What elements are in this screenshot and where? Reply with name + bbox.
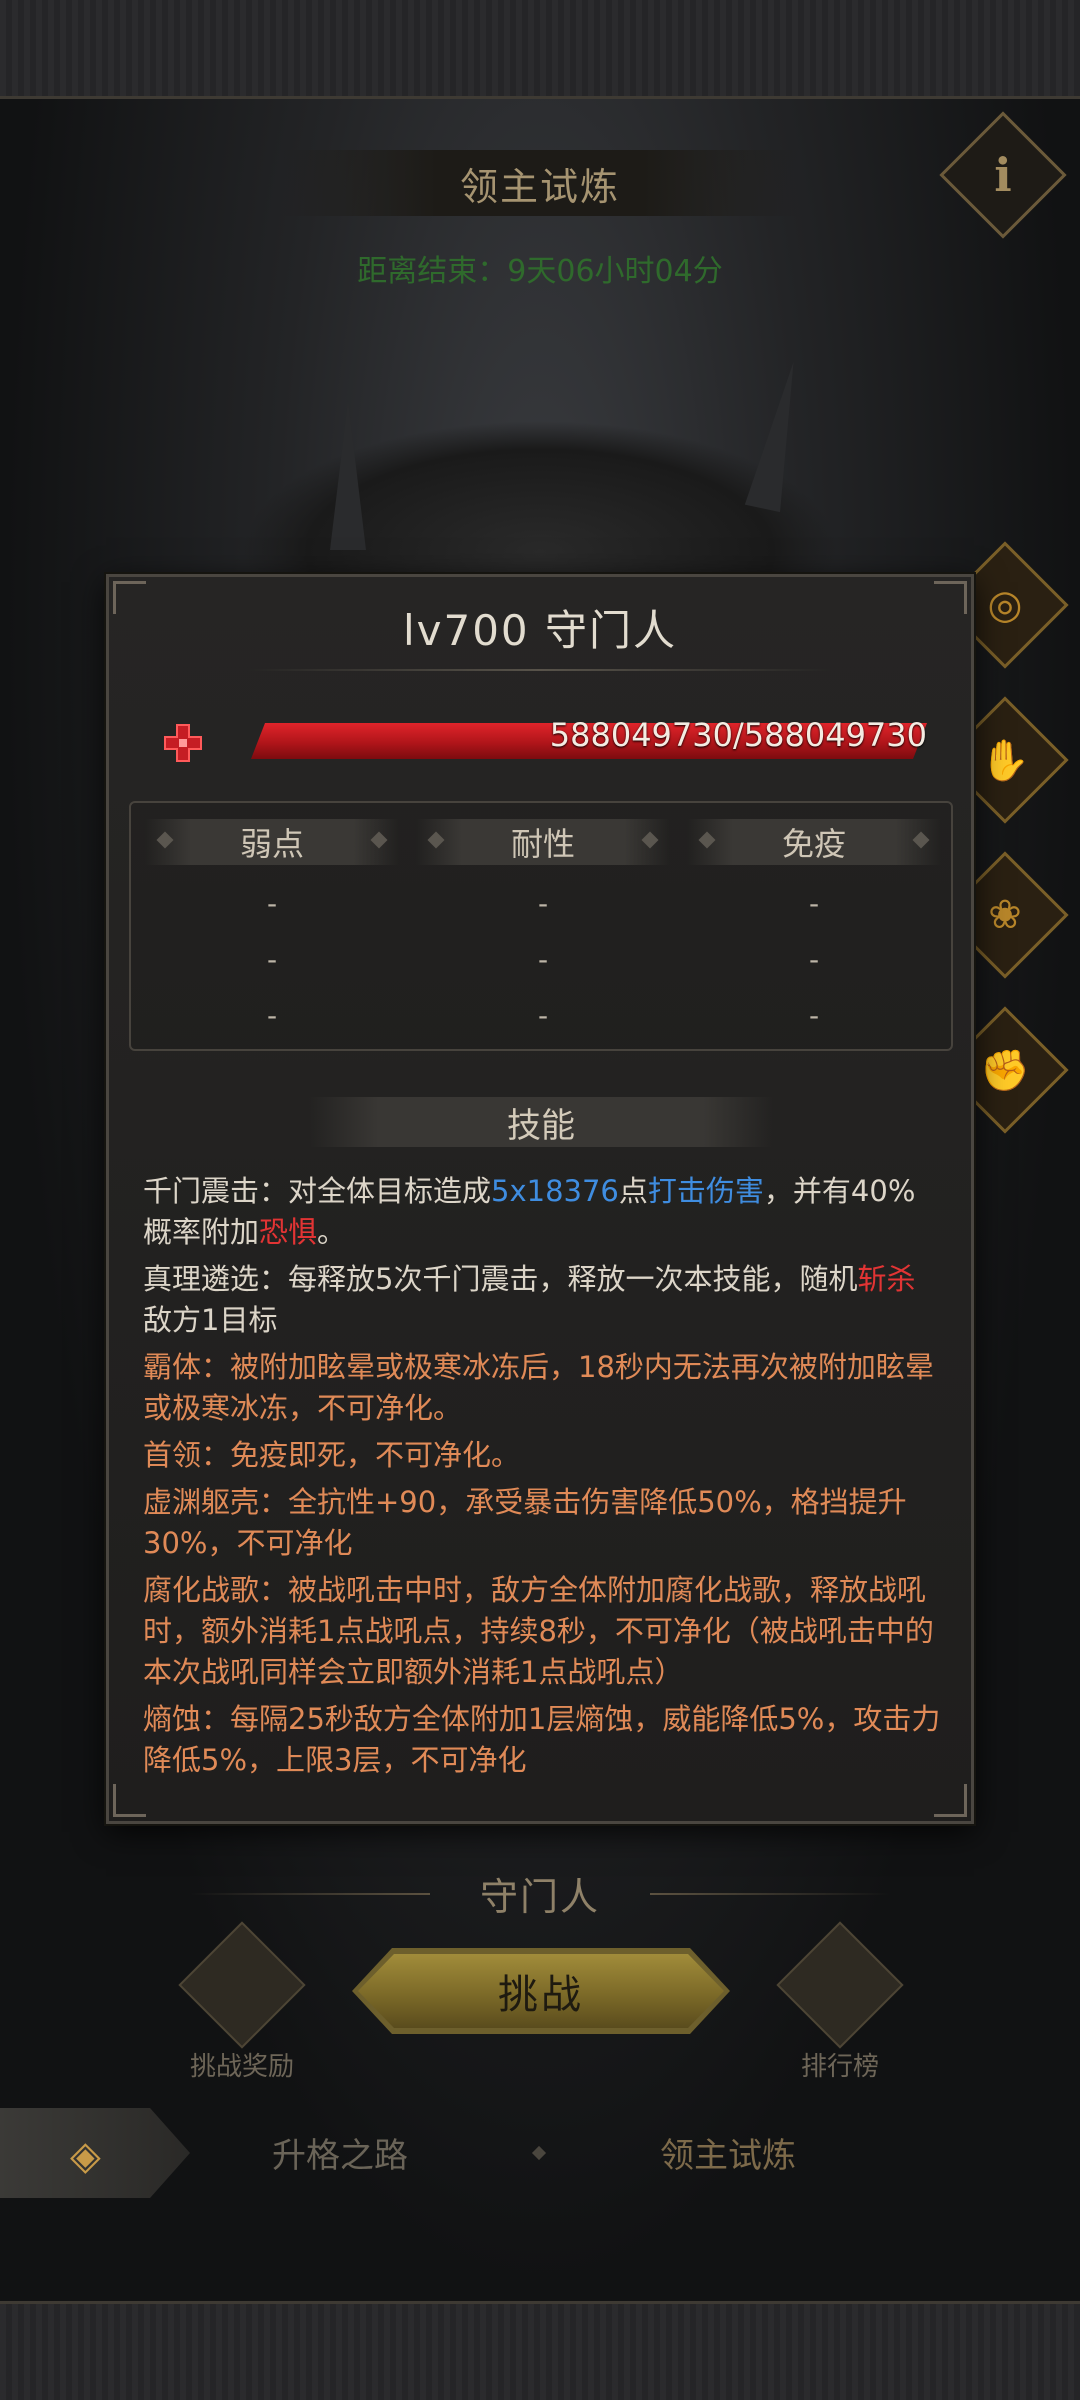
health-cross-icon bbox=[164, 724, 202, 762]
swirl-icon: ◎ bbox=[987, 582, 1023, 628]
challenge-button[interactable]: 挑战 bbox=[352, 1948, 730, 2034]
boss-name: 守门人 bbox=[479, 1874, 600, 1919]
skill-text: 点 bbox=[618, 1174, 648, 1208]
immunity-column: 免疫 - - - bbox=[687, 819, 941, 1043]
bottom-frame bbox=[0, 2301, 1080, 2400]
top-frame bbox=[0, 0, 1080, 99]
back-arrow-icon: ◈ bbox=[70, 2133, 101, 2179]
skill-entry: 霸体：被附加眩晕或极寒冰冻后，18秒内无法再次被附加眩晕或极寒冰冻，不可净化。 bbox=[143, 1350, 934, 1425]
immunity-header: 免疫 bbox=[687, 819, 941, 865]
resistance-table: 弱点 - - - 耐性 - - - 免疫 - - - bbox=[129, 801, 953, 1051]
panel-corner bbox=[934, 1784, 967, 1817]
skill-list: 千门震击：对全体目标造成5x18376点打击伤害，并有40%概率附加恐惧。 真理… bbox=[143, 1171, 943, 1787]
immunity-value: - bbox=[808, 887, 820, 920]
serpent-icon: ❀ bbox=[988, 892, 1022, 938]
weakness-header: 弱点 bbox=[145, 819, 399, 865]
bottom-tab-bar: ◈ 升格之路 领主试炼 bbox=[0, 2108, 1080, 2198]
fist-icon: ✊ bbox=[980, 1047, 1030, 1094]
challenge-button-label: 挑战 bbox=[358, 1954, 724, 2028]
hp-row: 588049730/588049730 bbox=[159, 717, 949, 767]
skill-entry: 腐化战歌：被战吼击中时，敌方全体附加腐化战歌，释放战吼时，额外消耗1点战吼点，持… bbox=[143, 1573, 934, 1689]
skill-damage-type: 打击伤害 bbox=[647, 1174, 764, 1208]
boss-name-row: 守门人 bbox=[0, 1868, 1080, 1919]
boss-horn-left bbox=[330, 400, 366, 550]
skill-entry: 熵蚀：每隔25秒敌方全体附加1层熵蚀，威能降低5%，攻击力降低5%，上限3层，不… bbox=[143, 1702, 941, 1777]
skill-text: 真理遴选：每释放5次千门震击，释放一次本技能，随机 bbox=[143, 1262, 858, 1296]
resistance-value: - bbox=[537, 999, 549, 1032]
page-title-bar: 领主试炼 bbox=[280, 150, 800, 216]
challenge-reward-button[interactable]: 挑战奖励 bbox=[172, 1921, 312, 2082]
skill-entry: 虚渊躯壳：全抗性+90，承受暴击伤害降低50%，格挡提升30%，不可净化 bbox=[143, 1485, 907, 1560]
immunity-value: - bbox=[808, 999, 820, 1032]
treasure-chest-icon bbox=[178, 1921, 306, 2049]
tab-ascension-path[interactable]: 升格之路 bbox=[272, 2128, 408, 2177]
boss-title: lv700 守门人 bbox=[402, 605, 678, 655]
panel-corner bbox=[113, 1784, 146, 1817]
tab-lord-trial[interactable]: 领主试炼 bbox=[660, 2128, 796, 2177]
header-divider bbox=[249, 669, 831, 671]
skill-entry: 千门震击：对全体目标造成5x18376点打击伤害，并有40%概率附加恐惧。 bbox=[143, 1171, 943, 1253]
info-icon: i bbox=[994, 148, 1012, 202]
countdown-timer: 距离结束：9天06小时04分 bbox=[357, 254, 723, 289]
page-title: 领主试炼 bbox=[459, 164, 620, 209]
weakness-value: - bbox=[266, 887, 278, 920]
weakness-value: - bbox=[266, 943, 278, 976]
resistance-value: - bbox=[537, 887, 549, 920]
skill-entry: 真理遴选：每释放5次千门震击，释放一次本技能，随机斩杀敌方1目标 bbox=[143, 1259, 943, 1341]
skill-status-effect: 斩杀 bbox=[857, 1262, 916, 1296]
skill-text: 。 bbox=[317, 1215, 347, 1249]
leaderboard-button[interactable]: 排行榜 bbox=[770, 1921, 910, 2082]
boss-info-panel: lv700 守门人 588049730/588049730 弱点 - - - 耐… bbox=[106, 574, 974, 1824]
immunity-value: - bbox=[808, 943, 820, 976]
resistance-header: 耐性 bbox=[416, 819, 670, 865]
hp-value: 588049730/588049730 bbox=[549, 716, 927, 754]
panel-header: lv700 守门人 bbox=[109, 577, 971, 677]
skill-text: 敌方1目标 bbox=[143, 1303, 278, 1337]
back-button[interactable]: ◈ bbox=[0, 2108, 190, 2198]
resistance-column: 耐性 - - - bbox=[416, 819, 670, 1043]
weakness-value: - bbox=[266, 999, 278, 1032]
leaderboard-label: 排行榜 bbox=[800, 2052, 879, 2082]
resistance-value: - bbox=[537, 943, 549, 976]
crown-icon bbox=[776, 1921, 904, 2049]
challenge-reward-label: 挑战奖励 bbox=[189, 2052, 294, 2082]
skill-status-effect: 恐惧 bbox=[259, 1215, 318, 1249]
claw-icon: ✋ bbox=[980, 737, 1030, 784]
skill-entry: 首领：免疫即死，不可净化。 bbox=[143, 1438, 521, 1472]
tab-separator bbox=[531, 2145, 547, 2161]
skill-damage-value: 5x18376 bbox=[491, 1174, 619, 1208]
skill-text: 千门震击：对全体目标造成 bbox=[143, 1174, 492, 1208]
weakness-column: 弱点 - - - bbox=[145, 819, 399, 1043]
skills-header: 技能 bbox=[309, 1097, 773, 1147]
